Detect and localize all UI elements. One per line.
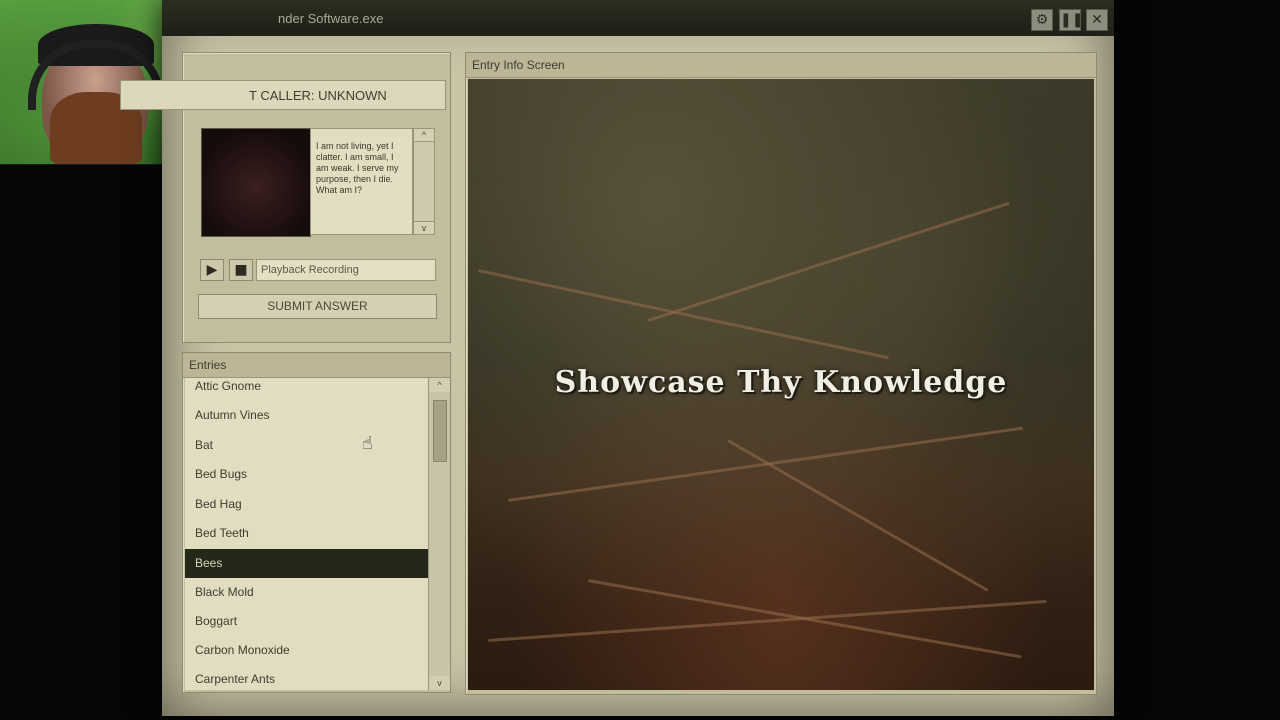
- showcase-banner: Showcase Thy Knowledge: [554, 365, 1008, 400]
- entries-scrollbar[interactable]: ^ v: [428, 378, 450, 690]
- play-button[interactable]: ▶: [200, 259, 224, 281]
- entries-scroll-thumb[interactable]: [433, 400, 447, 462]
- entry-info-image: Showcase Thy Knowledge: [468, 79, 1094, 690]
- root-decoration: [727, 439, 989, 592]
- pause-icon[interactable]: ❚❚: [1059, 9, 1083, 31]
- window-title: nder Software.exe: [278, 11, 384, 26]
- list-item[interactable]: Bed Hag: [185, 490, 428, 519]
- entry-info-header: Entry Info Screen: [466, 53, 1096, 78]
- riddle-text: I am not living, yet I clatter. I am sma…: [310, 128, 413, 235]
- title-bar: nder Software.exe ⚙ ❚❚ ✕: [162, 0, 1114, 36]
- list-item[interactable]: Carpenter Ants: [185, 665, 428, 690]
- entries-header: Entries: [183, 353, 450, 378]
- app-window: nder Software.exe ⚙ ❚❚ ✕ T CALLER: UNKNO…: [120, 0, 1114, 716]
- root-decoration: [647, 201, 1010, 322]
- submit-answer-button[interactable]: SUBMIT ANSWER: [198, 294, 437, 319]
- list-item-selected[interactable]: Bees: [185, 549, 428, 578]
- root-decoration: [477, 269, 890, 360]
- entries-scroll-up-icon[interactable]: ^: [429, 378, 450, 392]
- list-item[interactable]: Bed Teeth: [185, 519, 428, 548]
- stop-button[interactable]: ■: [229, 259, 253, 281]
- caller-id-label: T CALLER: UNKNOWN: [120, 80, 446, 110]
- playback-recording-field: Playback Recording: [256, 259, 436, 281]
- list-item[interactable]: Autumn Vines: [185, 401, 428, 430]
- entries-list[interactable]: Attic Gnome Autumn Vines Bat Bed Bugs Be…: [185, 378, 428, 690]
- hand-cursor-icon: ☝: [362, 433, 373, 454]
- riddle-scrollbar[interactable]: ^ v: [413, 128, 435, 235]
- list-item[interactable]: Black Mold: [185, 578, 428, 607]
- riddle-scroll-down-icon[interactable]: v: [414, 221, 434, 234]
- close-icon[interactable]: ✕: [1086, 9, 1108, 31]
- root-decoration: [487, 599, 1047, 642]
- caller-portrait: [201, 128, 311, 237]
- list-item[interactable]: Carbon Monoxide: [185, 636, 428, 665]
- gear-icon[interactable]: ⚙: [1031, 9, 1053, 31]
- list-item[interactable]: Attic Gnome: [185, 378, 428, 401]
- list-item[interactable]: Bed Bugs: [185, 460, 428, 489]
- entries-scroll-down-icon[interactable]: v: [429, 676, 450, 690]
- list-item[interactable]: Boggart: [185, 607, 428, 636]
- riddle-scroll-up-icon[interactable]: ^: [414, 129, 434, 142]
- list-item[interactable]: Bat: [185, 431, 428, 460]
